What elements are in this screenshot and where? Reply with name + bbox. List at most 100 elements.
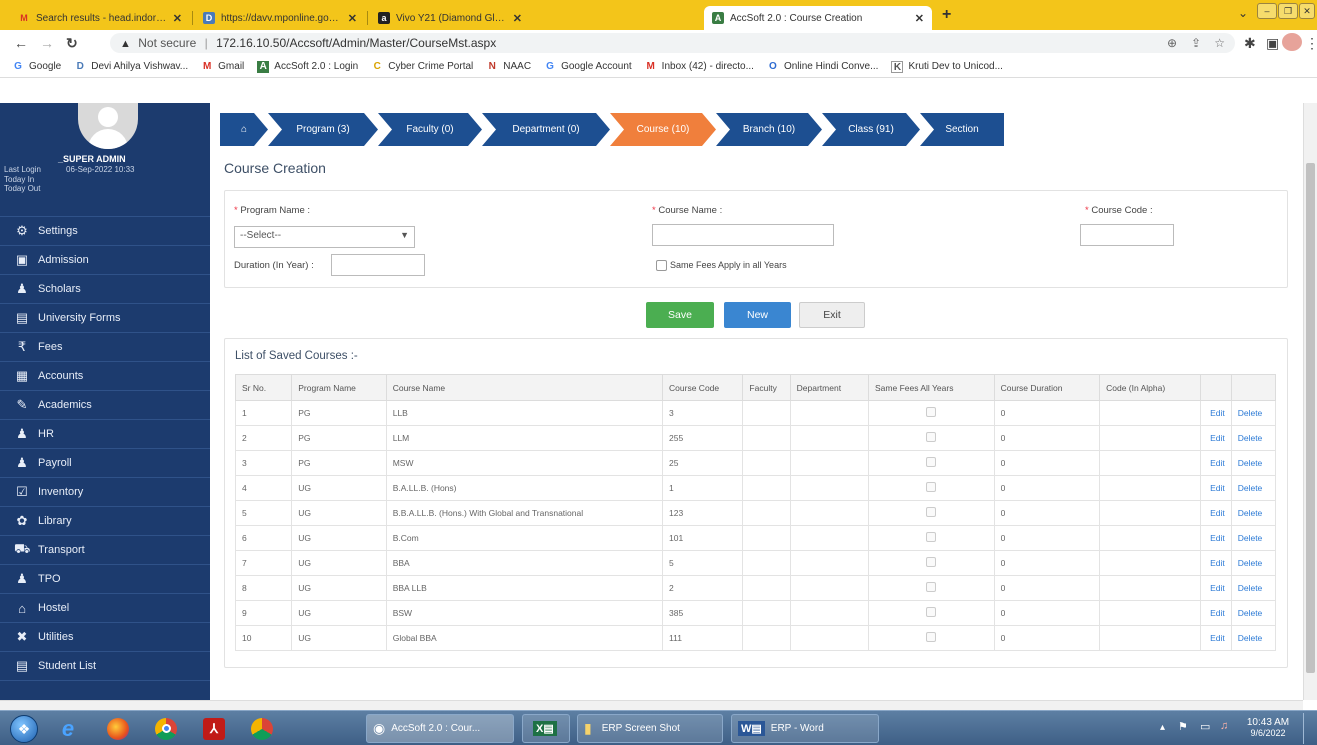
delete-link[interactable]: Delete: [1238, 408, 1263, 418]
vertical-scrollbar[interactable]: [1303, 103, 1317, 700]
taskbar-window-accsoft[interactable]: ◉ AccSoft 2.0 : Cour...: [366, 714, 514, 743]
step-branch[interactable]: Branch (10): [716, 113, 822, 146]
sidebar-item-settings[interactable]: ⚙ Settings: [0, 216, 210, 245]
delete-link[interactable]: Delete: [1238, 608, 1263, 618]
volume-icon[interactable]: ♫: [1220, 720, 1228, 732]
sidebar-item-partial[interactable]: [0, 680, 210, 700]
delete-link[interactable]: Delete: [1238, 483, 1263, 493]
edit-link[interactable]: Edit: [1210, 408, 1225, 418]
browser-tab[interactable]: D https://davv.mponline.gov.in/po ✕: [195, 6, 365, 30]
firefox-icon[interactable]: [100, 714, 136, 743]
bookmark-item[interactable]: N NAAC: [486, 61, 531, 73]
taskbar-window-excel[interactable]: X▤: [522, 714, 570, 743]
duration-input[interactable]: [331, 254, 425, 276]
edit-link[interactable]: Edit: [1210, 583, 1225, 593]
delete-link[interactable]: Delete: [1238, 633, 1263, 643]
step-home[interactable]: ⌂: [220, 113, 268, 146]
share-icon[interactable]: ⇪: [1191, 33, 1201, 53]
course-name-input[interactable]: [652, 224, 834, 246]
edit-link[interactable]: Edit: [1210, 433, 1225, 443]
sidebar-item-hr[interactable]: ♟ HR: [0, 419, 210, 448]
step-course[interactable]: Course (10): [610, 113, 716, 146]
edit-link[interactable]: Edit: [1210, 458, 1225, 468]
back-icon[interactable]: ←: [14, 35, 28, 51]
horizontal-scrollbar[interactable]: [0, 700, 1303, 710]
close-tab-icon[interactable]: ✕: [348, 12, 357, 25]
close-tab-icon[interactable]: ✕: [915, 12, 924, 25]
delete-link[interactable]: Delete: [1238, 508, 1263, 518]
tray-expand-icon[interactable]: ▴: [1160, 722, 1165, 733]
sidebar-item-tpo[interactable]: ♟ TPO: [0, 564, 210, 593]
scroll-thumb[interactable]: [1306, 163, 1315, 673]
sidebar-item-accounts[interactable]: ▦ Accounts: [0, 361, 210, 390]
sidebar-item-inventory[interactable]: ☑ Inventory: [0, 477, 210, 506]
edit-link[interactable]: Edit: [1210, 533, 1225, 543]
delete-link[interactable]: Delete: [1238, 583, 1263, 593]
taskbar-window-folder[interactable]: ▮ ERP Screen Shot: [577, 714, 723, 743]
step-department[interactable]: Department (0): [482, 113, 610, 146]
delete-link[interactable]: Delete: [1238, 558, 1263, 568]
edit-link[interactable]: Edit: [1210, 558, 1225, 568]
bookmark-item[interactable]: D Devi Ahilya Vishwav...: [74, 61, 189, 73]
url-bar[interactable]: ▲ Not secure | 172.16.10.50/Accsoft/Admi…: [110, 33, 1235, 53]
chrome-canary-icon[interactable]: [244, 714, 280, 743]
bookmark-item[interactable]: M Gmail: [201, 61, 244, 73]
step-program[interactable]: Program (3): [268, 113, 378, 146]
sidebar-item-student-list[interactable]: ▤ Student List: [0, 651, 210, 680]
save-button[interactable]: Save: [646, 302, 714, 328]
step-section[interactable]: Section: [920, 113, 1004, 146]
same-fees-checkbox[interactable]: [656, 260, 667, 271]
delete-link[interactable]: Delete: [1238, 433, 1263, 443]
sidebar-item-library[interactable]: ✿ Library: [0, 506, 210, 535]
network-icon[interactable]: ▭: [1200, 720, 1210, 733]
sidebar-item-fees[interactable]: ₹ Fees: [0, 332, 210, 361]
sidepanel-icon[interactable]: ▣: [1266, 35, 1279, 52]
course-code-input[interactable]: [1080, 224, 1174, 246]
chrome-icon[interactable]: [148, 714, 184, 743]
bookmark-item[interactable]: G Google Account: [544, 61, 632, 73]
close-tab-icon[interactable]: ✕: [513, 12, 522, 25]
delete-link[interactable]: Delete: [1238, 533, 1263, 543]
program-name-select[interactable]: --Select-- ▼: [234, 226, 415, 248]
edit-link[interactable]: Edit: [1210, 608, 1225, 618]
sidebar-item-academics[interactable]: ✎ Academics: [0, 390, 210, 419]
step-class[interactable]: Class (91): [822, 113, 920, 146]
bookmark-item[interactable]: G Google: [12, 61, 61, 73]
step-faculty[interactable]: Faculty (0): [378, 113, 482, 146]
bookmark-item[interactable]: O Online Hindi Conve...: [767, 61, 878, 73]
maximize-button[interactable]: ❐: [1278, 3, 1298, 19]
zoom-icon[interactable]: ⊕: [1167, 33, 1177, 53]
sidebar-item-payroll[interactable]: ♟ Payroll: [0, 448, 210, 477]
bookmark-item[interactable]: M Inbox (42) - directo...: [645, 61, 754, 73]
bookmark-star-icon[interactable]: ☆: [1214, 33, 1225, 53]
menu-icon[interactable]: ⋮: [1305, 35, 1317, 52]
forward-icon[interactable]: →: [40, 35, 54, 51]
close-window-button[interactable]: ✕: [1299, 3, 1315, 19]
bookmark-item[interactable]: A AccSoft 2.0 : Login: [257, 60, 358, 73]
acrobat-icon[interactable]: ⅄: [196, 714, 232, 743]
profile-avatar[interactable]: [1282, 33, 1302, 51]
reload-icon[interactable]: ↻: [66, 35, 78, 52]
start-button[interactable]: ❖: [6, 714, 42, 743]
clock[interactable]: 10:43 AM 9/6/2022: [1244, 717, 1292, 738]
sidebar-item-utilities[interactable]: ✖ Utilities: [0, 622, 210, 651]
tab-search-icon[interactable]: ⌄: [1238, 6, 1248, 20]
bookmark-item[interactable]: C Cyber Crime Portal: [371, 61, 474, 73]
edit-link[interactable]: Edit: [1210, 633, 1225, 643]
minimize-button[interactable]: –: [1257, 3, 1277, 19]
show-desktop-button[interactable]: [1303, 713, 1315, 744]
taskbar-window-word[interactable]: W▤ ERP - Word: [731, 714, 879, 743]
sidebar-item-university-forms[interactable]: ▤ University Forms: [0, 303, 210, 332]
browser-tab[interactable]: M Search results - head.indoreinst ✕: [10, 6, 190, 30]
exit-button[interactable]: Exit: [799, 302, 865, 328]
bookmark-item[interactable]: K Kruti Dev to Unicod...: [891, 60, 1003, 73]
delete-link[interactable]: Delete: [1238, 458, 1263, 468]
sidebar-item-admission[interactable]: ▣ Admission: [0, 245, 210, 274]
ie-icon[interactable]: e: [50, 714, 86, 743]
sidebar-item-hostel[interactable]: ⌂ Hostel: [0, 593, 210, 622]
browser-tab-active[interactable]: A AccSoft 2.0 : Course Creation ✕: [704, 6, 932, 30]
close-tab-icon[interactable]: ✕: [173, 12, 182, 25]
new-tab-button[interactable]: +: [942, 6, 951, 24]
flag-icon[interactable]: ⚑: [1178, 720, 1188, 733]
browser-tab[interactable]: a Vivo Y21 (Diamond Glow, 4GB R ✕: [370, 6, 530, 30]
